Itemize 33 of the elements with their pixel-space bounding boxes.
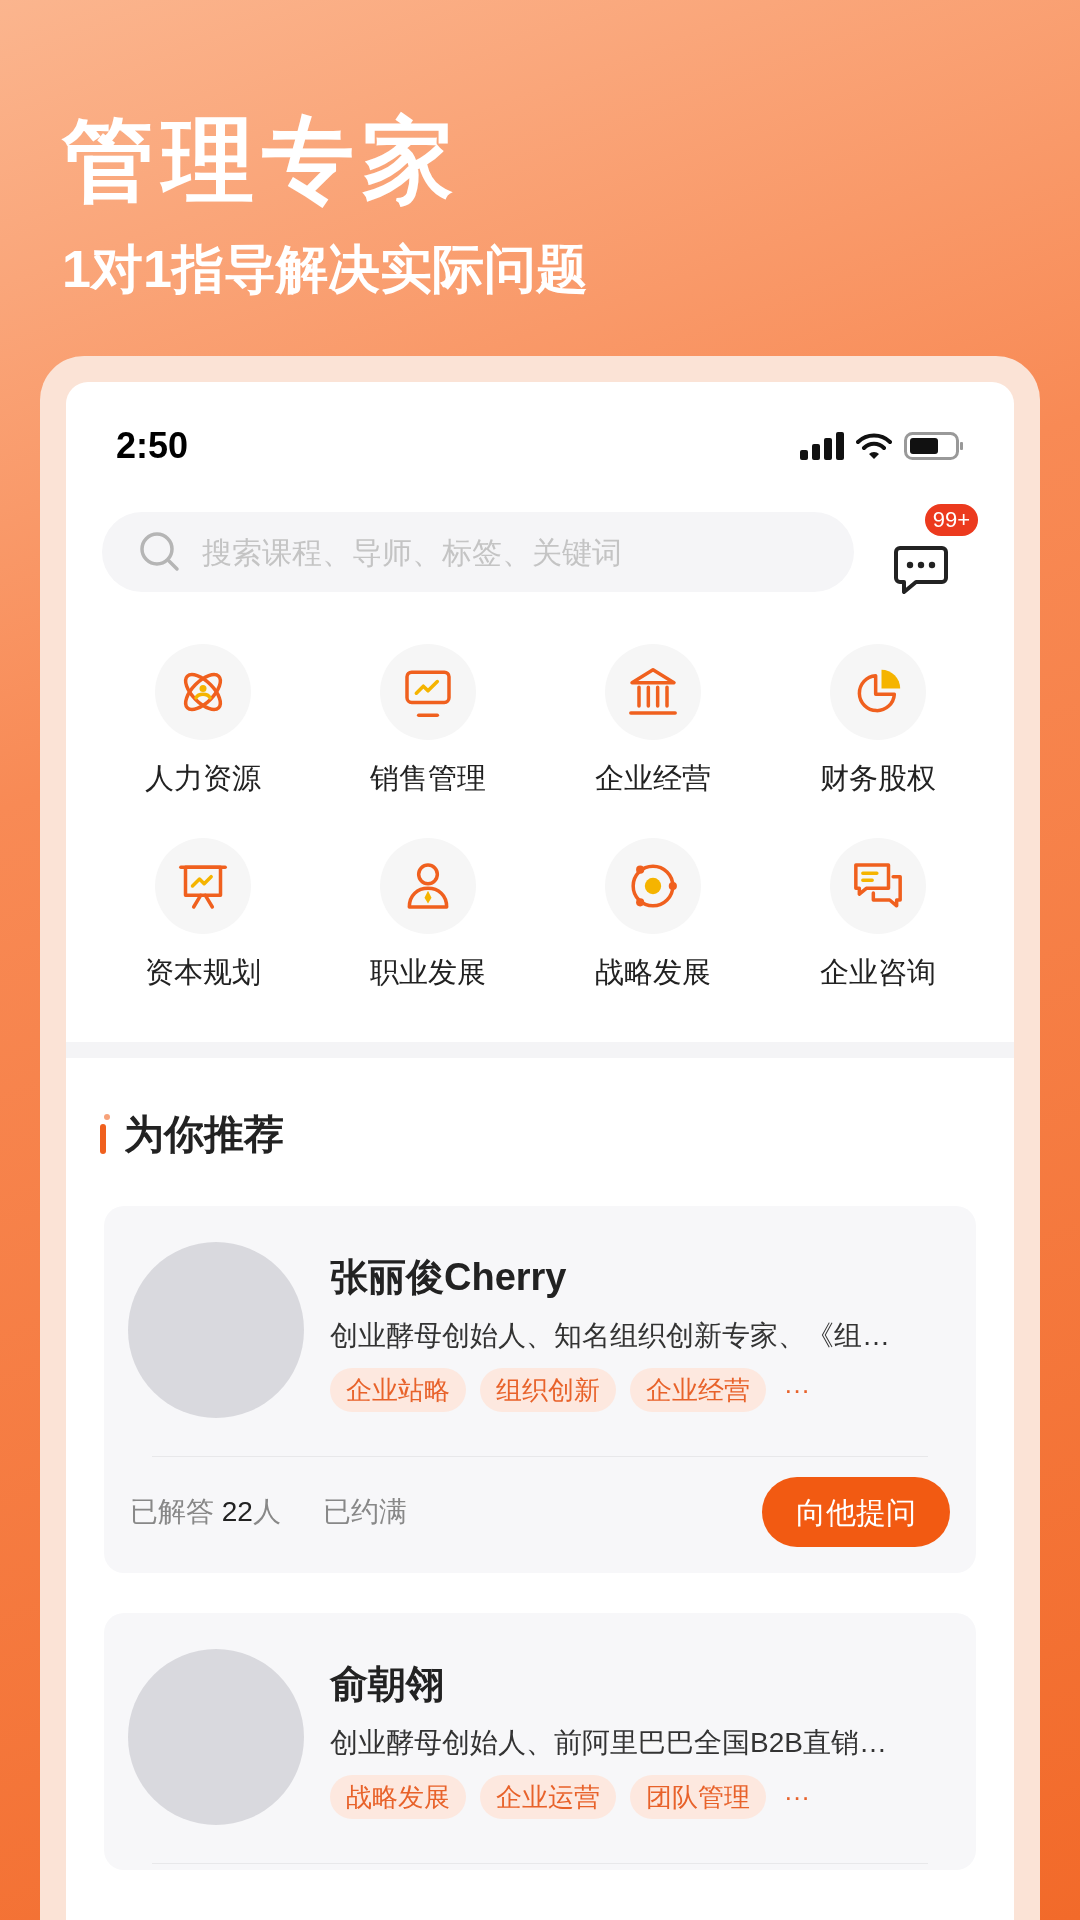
signal-icon [800,432,844,460]
category-item[interactable]: 企业咨询 [765,838,990,992]
category-item[interactable]: 战略发展 [540,838,765,992]
expert-name: 俞朝翎 [330,1662,445,1707]
category-item[interactable]: 资本规划 [90,838,315,992]
booking-status: 已约满 [322,1495,407,1529]
category-item[interactable]: 销售管理 [315,644,540,798]
message-count-badge: 99+ [924,504,978,536]
expert-tag: 企业经营 [630,1368,766,1412]
expert-bio: 创业酵母创始人、前阿里巴巴全国B2B直销… [330,1726,887,1760]
subtitle: 1对1指导解决实际问题 [62,239,589,300]
answered-count: 已解答 22人 [130,1495,281,1529]
category-item[interactable]: 企业经营 [540,644,765,798]
expert-tag: 企业运营 [480,1775,616,1819]
expert-tag: 团队管理 [630,1775,766,1819]
category-item[interactable]: 职业发展 [315,838,540,992]
category-item[interactable]: 人力资源 [90,644,315,798]
messages-button[interactable]: 99+ [894,504,978,600]
chat-dots-icon [894,544,948,596]
search-icon [138,530,182,574]
battery-icon [904,432,964,460]
status-time: 2:50 [116,424,189,468]
expert-name: 张丽俊Cherry [330,1255,568,1300]
expert-card[interactable]: 俞朝翎 创业酵母创始人、前阿里巴巴全国B2B直销… 战略发展 企业运营 团队管理 ··· [104,1613,976,1870]
headline: 管理专家 [62,108,463,213]
section-title: 为你推荐 [124,1111,284,1158]
category-item[interactable]: 财务股权 [765,644,990,798]
expert-tag: 企业站略 [330,1368,466,1412]
expert-bio: 创业酵母创始人、知名组织创新专家、《组… [330,1319,890,1353]
expert-tag: 战略发展 [330,1775,466,1819]
expert-tag: 组织创新 [480,1368,616,1412]
section-marker-icon [100,1114,110,1154]
wifi-icon [856,432,892,460]
